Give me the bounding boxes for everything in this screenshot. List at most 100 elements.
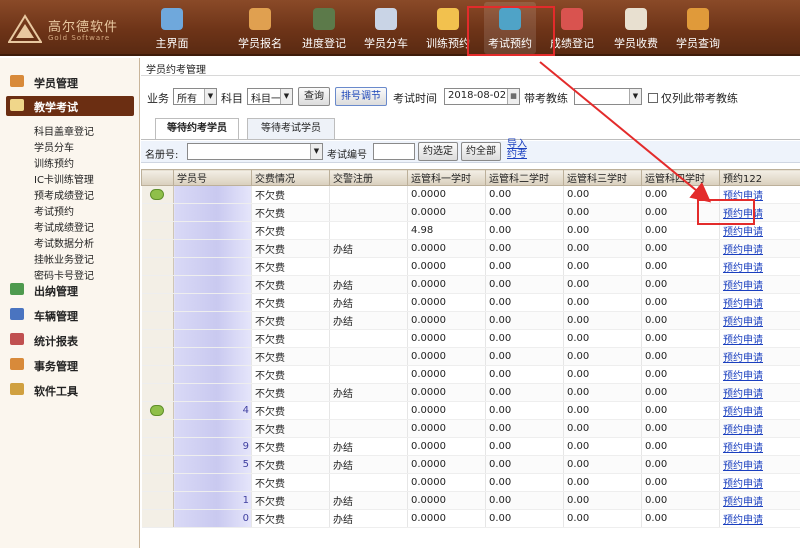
nav-group-student-management[interactable]: 学员管理 <box>6 72 134 92</box>
nav-group-reports[interactable]: 统计报表 <box>6 330 134 350</box>
toolbar-student-fee[interactable]: 学员收费 <box>610 2 662 54</box>
toolbar-training-booking[interactable]: 训练预约 <box>422 2 474 54</box>
booking-apply-link[interactable]: 预约申请 <box>723 353 763 364</box>
table-row[interactable]: 不欠费 办结 0.0000 0.00 0.00 0.00 预约申请 <box>141 239 800 258</box>
toolbar-student-search[interactable]: 学员查询 <box>672 2 724 54</box>
book-selected-button[interactable]: 约选定 <box>418 142 458 161</box>
nav-group-tools[interactable]: 软件工具 <box>6 380 134 400</box>
booking-apply-link[interactable]: 预约申请 <box>723 209 763 220</box>
toolbar-progress-register[interactable]: 进度登记 <box>298 2 350 54</box>
tab-waiting-booking[interactable]: 等待约考学员 <box>155 118 239 140</box>
police-register-cell: 办结 <box>329 455 408 474</box>
coach-select[interactable]: ▼ <box>574 88 642 105</box>
exam-date-picker[interactable]: 2018-08-02 ▦ <box>444 88 520 105</box>
tools-icon <box>10 383 24 395</box>
table-row[interactable]: 不欠费 0.0000 0.00 0.00 0.00 预约申请 <box>141 185 800 204</box>
col-fee-status[interactable]: 交费情况 <box>251 169 330 186</box>
booking-apply-link[interactable]: 预约申请 <box>723 407 763 418</box>
student-grid: 学员号 交费情况 交警注册 运管科一学时 运管科二学时 运管科三学时 运管科四学… <box>141 169 800 548</box>
nav-item-exam-analysis[interactable]: 考试数据分析 <box>34 235 94 250</box>
exam-time-label: 考试时间 <box>393 92 437 105</box>
booking-apply-link[interactable]: 预约申请 <box>723 371 763 382</box>
toolbar-score-register[interactable]: 成绩登记 <box>546 2 598 54</box>
hours-s4-cell: 0.00 <box>641 383 720 402</box>
hours-s1-cell: 0.0000 <box>407 293 486 312</box>
booking-apply-link[interactable]: 预约申请 <box>723 389 763 400</box>
nav-group-vehicle[interactable]: 车辆管理 <box>6 305 134 325</box>
hours-s1-cell: 0.0000 <box>407 473 486 492</box>
booking-apply-link[interactable]: 预约申请 <box>723 191 763 202</box>
booking-apply-link[interactable]: 预约申请 <box>723 443 763 454</box>
logo-mark-icon <box>8 14 42 43</box>
toolbar-car-assign[interactable]: 学员分车 <box>360 2 412 54</box>
nav-item-exam-booking[interactable]: 考试预约 <box>34 203 74 218</box>
table-row[interactable]: 不欠费 4.98 0.00 0.00 0.00 预约申请 <box>141 221 800 240</box>
table-row[interactable]: 不欠费 0.0000 0.00 0.00 0.00 预约申请 <box>141 329 800 348</box>
table-row[interactable]: 不欠费 0.0000 0.00 0.00 0.00 预约申请 <box>141 365 800 384</box>
query-button[interactable]: 查询 <box>298 87 330 106</box>
table-row[interactable]: 5 不欠费 办结 0.0000 0.00 0.00 0.00 预约申请 <box>141 455 800 474</box>
booking-apply-link[interactable]: 预约申请 <box>723 281 763 292</box>
roster-select[interactable]: ▼ <box>187 143 323 160</box>
table-row[interactable]: 不欠费 0.0000 0.00 0.00 0.00 预约申请 <box>141 257 800 276</box>
table-row[interactable]: 9 不欠费 办结 0.0000 0.00 0.00 0.00 预约申请 <box>141 437 800 456</box>
toolbar-exam-booking[interactable]: 考试预约 <box>484 2 536 54</box>
table-row[interactable]: 不欠费 0.0000 0.00 0.00 0.00 预约申请 <box>141 419 800 438</box>
business-select[interactable]: 所有 ▼ <box>173 88 217 105</box>
book-all-button[interactable]: 约全部 <box>461 142 501 161</box>
col-police-register[interactable]: 交警注册 <box>329 169 408 186</box>
table-row[interactable]: 不欠费 办结 0.0000 0.00 0.00 0.00 预约申请 <box>141 311 800 330</box>
import-booking-link[interactable]: 导入约考 <box>507 140 527 160</box>
nav-group-cashier[interactable]: 出纳管理 <box>6 280 134 300</box>
booking-apply-link[interactable]: 预约申请 <box>723 227 763 238</box>
nav-item-car-assign[interactable]: 学员分车 <box>34 139 74 154</box>
booking-apply-link[interactable]: 预约申请 <box>723 461 763 472</box>
hours-s3-cell: 0.00 <box>563 257 642 276</box>
row-indicator <box>141 311 174 330</box>
col-hours-subject1[interactable]: 运管科一学时 <box>407 169 486 186</box>
table-row[interactable]: 0 不欠费 办结 0.0000 0.00 0.00 0.00 预约申请 <box>141 509 800 528</box>
only-coach-checkbox[interactable] <box>648 93 658 103</box>
nav-item-account-register[interactable]: 挂帐业务登记 <box>34 251 94 266</box>
table-row[interactable]: 不欠费 办结 0.0000 0.00 0.00 0.00 预约申请 <box>141 275 800 294</box>
col-hours-subject3[interactable]: 运管科三学时 <box>563 169 642 186</box>
booking-apply-link[interactable]: 预约申请 <box>723 299 763 310</box>
table-row[interactable]: 不欠费 0.0000 0.00 0.00 0.00 预约申请 <box>141 203 800 222</box>
nav-group-affairs[interactable]: 事务管理 <box>6 355 134 375</box>
hours-s2-cell: 0.00 <box>485 311 564 330</box>
col-booking-122[interactable]: 预约122 <box>719 169 800 186</box>
nav-item-exam-score[interactable]: 考试成绩登记 <box>34 219 94 234</box>
subject-select[interactable]: 科目一 ▼ <box>247 88 293 105</box>
table-row[interactable]: 不欠费 0.0000 0.00 0.00 0.00 预约申请 <box>141 473 800 492</box>
booking-apply-link[interactable]: 预约申请 <box>723 479 763 490</box>
exam-no-input[interactable] <box>373 143 415 160</box>
col-student-id[interactable]: 学员号 <box>173 169 252 186</box>
booking-apply-link[interactable]: 预约申请 <box>723 425 763 436</box>
booking-apply-link[interactable]: 预约申请 <box>723 335 763 346</box>
nav-item-subject-stamp[interactable]: 科目盖章登记 <box>34 123 94 138</box>
tab-waiting-exam[interactable]: 等待考试学员 <box>247 118 335 140</box>
hours-s2-cell: 0.00 <box>485 275 564 294</box>
table-row[interactable]: 1 不欠费 办结 0.0000 0.00 0.00 0.00 预约申请 <box>141 491 800 510</box>
nav-item-training-booking[interactable]: 训练预约 <box>34 155 74 170</box>
table-row[interactable]: 不欠费 0.0000 0.00 0.00 0.00 预约申请 <box>141 347 800 366</box>
nav-group-teaching-exam[interactable]: 教学考试 <box>6 96 134 116</box>
left-navigation: 学员管理 教学考试 科目盖章登记 学员分车 训练预约 IC卡训练管理 预考成绩登… <box>0 58 140 548</box>
table-row[interactable]: 不欠费 办结 0.0000 0.00 0.00 0.00 预约申请 <box>141 293 800 312</box>
nav-item-ic-card-training[interactable]: IC卡训练管理 <box>34 171 94 186</box>
business-label: 业务 <box>147 92 169 105</box>
booking-apply-link[interactable]: 预约申请 <box>723 263 763 274</box>
col-hours-subject4[interactable]: 运管科四学时 <box>641 169 720 186</box>
table-row[interactable]: 4 不欠费 0.0000 0.00 0.00 0.00 预约申请 <box>141 401 800 420</box>
booking-apply-link[interactable]: 预约申请 <box>723 497 763 508</box>
number-adjust-button[interactable]: 排号调节 <box>335 87 387 106</box>
calendar-icon: ▦ <box>507 89 519 104</box>
toolbar-student-register[interactable]: 学员报名 <box>234 2 286 54</box>
booking-apply-link[interactable]: 预约申请 <box>723 317 763 328</box>
table-row[interactable]: 不欠费 办结 0.0000 0.00 0.00 0.00 预约申请 <box>141 383 800 402</box>
toolbar-main-screen[interactable]: 主界面 <box>150 2 194 54</box>
booking-apply-link[interactable]: 预约申请 <box>723 515 763 526</box>
nav-item-pre-exam-score[interactable]: 预考成绩登记 <box>34 187 94 202</box>
booking-apply-link[interactable]: 预约申请 <box>723 245 763 256</box>
col-hours-subject2[interactable]: 运管科二学时 <box>485 169 564 186</box>
